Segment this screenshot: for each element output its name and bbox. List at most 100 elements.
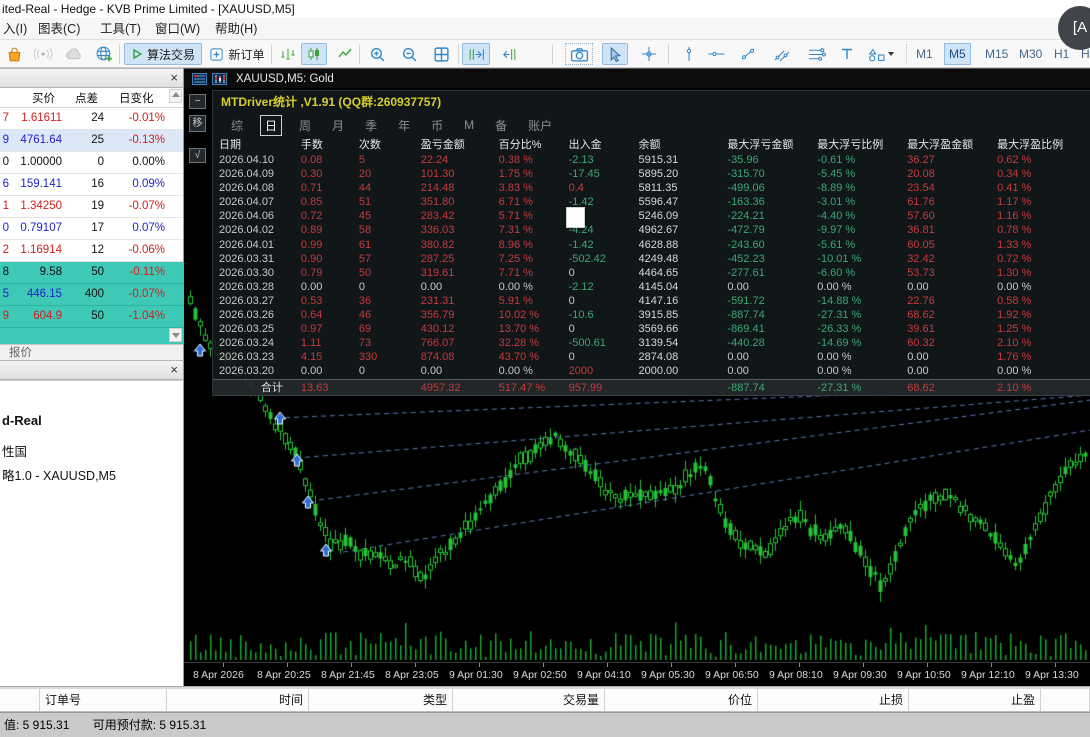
stats-tab-综[interactable]: 综 [227, 116, 247, 135]
zoom-in-icon[interactable] [364, 43, 390, 65]
market-watch-row[interactable]: 5446.15400-0.07% [0, 284, 183, 306]
orders-col-empty[interactable] [0, 689, 40, 711]
panel-move-button[interactable]: 移 [189, 115, 206, 132]
col-spread[interactable]: 点差 [75, 90, 98, 106]
orders-col-时间[interactable]: 时间 [167, 689, 309, 711]
orders-col-止损[interactable]: 止损 [758, 689, 909, 711]
market-watch-partial-row[interactable] [0, 328, 183, 344]
signal-icon[interactable] [30, 43, 56, 65]
channel-tool-icon[interactable] [770, 43, 794, 65]
close-icon[interactable]: × [170, 70, 178, 85]
menu-window[interactable]: 窗口(W) [155, 18, 200, 40]
menu-tools[interactable]: 工具(T) [100, 18, 141, 40]
line-chart-mode-icon[interactable] [334, 43, 356, 65]
shift-chart-end-icon[interactable] [462, 43, 490, 65]
stats-row[interactable]: 2026.04.100.08522.240.38 %-2.135915.31-3… [213, 153, 1090, 167]
trendline-tool-icon[interactable] [737, 43, 759, 65]
screenshot-camera-icon[interactable] [565, 43, 593, 65]
stats-row[interactable]: 2026.03.270.5336231.315.91 %04147.16-591… [213, 294, 1090, 308]
timeframe-m5[interactable]: M5 [944, 43, 971, 65]
menu-help[interactable]: 帮助(H) [215, 18, 257, 40]
vertical-line-tool-icon[interactable] [680, 43, 698, 65]
stats-tab-周[interactable]: 周 [295, 116, 315, 135]
market-watch-row[interactable]: 71.6161124-0.01% [0, 108, 183, 130]
stats-row[interactable]: 2026.04.080.7144214.483.83 %0.45811.35-4… [213, 181, 1090, 195]
stats-tab-币[interactable]: 币 [427, 116, 447, 135]
stats-total-row[interactable]: 合计13.634957.32517.47 %957.99-887.74-27.3… [213, 379, 1090, 396]
stats-row[interactable]: 2026.03.234.15330874.0843.70 %02874.080.… [213, 350, 1090, 364]
market-watch-row[interactable]: 89.5850-0.11% [0, 262, 183, 284]
stats-tab-M[interactable]: M [460, 117, 478, 133]
market-watch-row[interactable]: 21.1691412-0.06% [0, 240, 183, 262]
close-icon[interactable]: × [170, 362, 178, 377]
stats-row[interactable]: 2026.03.260.6446356.7910.02 %-10.63915.8… [213, 308, 1090, 322]
stats-tab-账户[interactable]: 账户 [524, 116, 556, 135]
col-daily-change[interactable]: 日变化 [119, 90, 154, 106]
community-globe-icon[interactable] [93, 43, 115, 65]
stats-row[interactable]: 2026.03.200.0000.000.00 %20002000.000.00… [213, 364, 1090, 378]
zoom-out-icon[interactable] [396, 43, 422, 65]
account-owner[interactable]: 性国 [2, 441, 27, 460]
chart-list-icon[interactable] [192, 73, 207, 85]
orders-col-止盈[interactable]: 止盈 [909, 689, 1041, 711]
timeframe-m30[interactable]: M30 [1015, 43, 1046, 65]
stats-tab-季[interactable]: 季 [361, 116, 381, 135]
algo-trading-button[interactable]: 算法交易 [124, 43, 202, 65]
stats-row[interactable]: 2026.04.090.3020101.301.75 %-17.455895.2… [213, 167, 1090, 181]
orders-col-交易量[interactable]: 交易量 [453, 689, 605, 711]
orders-col-订单号[interactable]: 订单号 [40, 689, 167, 711]
fibonacci-tool-icon[interactable] [804, 43, 828, 65]
market-watch-row[interactable]: 00.79107170.07% [0, 218, 183, 240]
shapes-tool-icon[interactable] [864, 43, 898, 65]
time-axis[interactable]: 8 Apr 20268 Apr 20:258 Apr 21:458 Apr 23… [184, 662, 1090, 686]
tab-quotes[interactable]: 报价 [0, 344, 183, 360]
crosshair-tool-icon[interactable] [637, 43, 661, 65]
stats-row[interactable]: 2026.04.020.8958336.037.31 %-4.244962.67… [213, 223, 1090, 237]
strategy-item[interactable]: 略1.0 - XAUUSD,M5 [2, 465, 116, 484]
market-watch-row[interactable]: 6159.141160.09% [0, 174, 183, 196]
candlestick-mode-icon[interactable] [301, 43, 327, 65]
stats-cell: 0.30 [301, 167, 359, 181]
text-tool-icon[interactable] [838, 43, 856, 65]
stats-row[interactable]: 2026.04.010.9961380.828.96 %-1.424628.88… [213, 238, 1090, 252]
orders-col-empty[interactable] [1041, 689, 1090, 711]
cell: -0.07% [106, 200, 165, 212]
market-watch-row[interactable]: 01.0000000.00% [0, 152, 183, 174]
col-ask[interactable]: 买价 [32, 90, 55, 106]
timeframe-m15[interactable]: M15 [981, 43, 1012, 65]
scroll-down-icon[interactable] [169, 328, 182, 342]
timeframe-m1[interactable]: M1 [912, 43, 937, 65]
market-watch-row[interactable]: 9604.950-1.04% [0, 306, 183, 328]
scroll-up-icon[interactable] [169, 89, 182, 103]
stats-row[interactable]: 2026.03.300.7950319.617.71 %04464.65-277… [213, 266, 1090, 280]
time-label: 8 Apr 20:25 [257, 669, 311, 681]
stats-tab-日[interactable]: 日 [260, 115, 282, 136]
menu-charts[interactable]: 图表(C) [38, 18, 80, 40]
stats-row[interactable]: 2026.04.060.7245283.425.71 %5246.09-224.… [213, 209, 1090, 223]
menu-insert[interactable]: 入(I) [3, 18, 27, 40]
tile-windows-icon[interactable] [428, 43, 454, 65]
new-order-button[interactable]: 新订单 [206, 43, 268, 65]
market-watch-row[interactable]: 94761.6425-0.13% [0, 130, 183, 152]
auto-scroll-icon[interactable] [494, 43, 522, 65]
stats-tab-月[interactable]: 月 [328, 116, 348, 135]
cloud-icon[interactable] [62, 43, 86, 65]
market-watch-row[interactable]: 11.3425019-0.07% [0, 196, 183, 218]
horizontal-line-tool-icon[interactable] [705, 43, 727, 65]
cursor-tool-icon[interactable] [602, 43, 628, 65]
panel-check-button[interactable]: √ [189, 148, 206, 163]
stats-tab-备[interactable]: 备 [491, 116, 511, 135]
stats-tab-年[interactable]: 年 [394, 116, 414, 135]
stats-row[interactable]: 2026.03.250.9769430.1213.70 %03569.66-86… [213, 322, 1090, 336]
market-icon[interactable] [3, 43, 25, 65]
bar-chart-mode-icon[interactable] [277, 43, 299, 65]
stats-row[interactable]: 2026.04.070.8551351.806.71 %-1.425596.47… [213, 195, 1090, 209]
stats-row[interactable]: 2026.03.310.9057287.257.25 %-502.424249.… [213, 252, 1090, 266]
panel-minimize-button[interactable]: − [189, 94, 206, 109]
stats-row[interactable]: 2026.03.280.0000.000.00 %-2.124145.040.0… [213, 280, 1090, 294]
orders-col-类型[interactable]: 类型 [309, 689, 453, 711]
account-name[interactable]: d-Real [2, 413, 42, 428]
chart-candle-icon[interactable] [212, 73, 227, 85]
orders-col-价位[interactable]: 价位 [605, 689, 758, 711]
stats-row[interactable]: 2026.03.241.1173766.0732.28 %-500.613139… [213, 336, 1090, 350]
